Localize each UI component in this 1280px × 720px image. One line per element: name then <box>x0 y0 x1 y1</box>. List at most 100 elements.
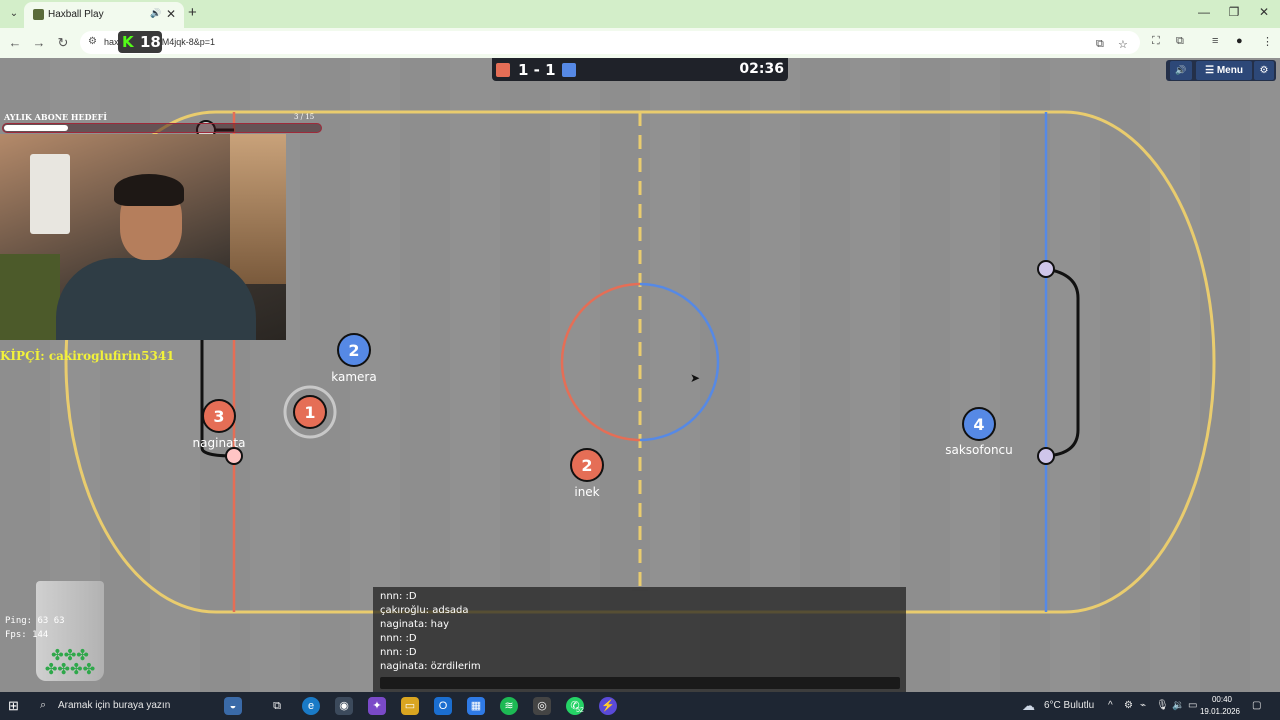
tab-title: Haxball Play <box>48 9 104 20</box>
notification-icon[interactable]: ▢ <box>1252 700 1261 711</box>
player-name-kamera: kamera <box>331 370 377 384</box>
player-disc-naginata: 3 <box>202 399 236 433</box>
chat-message: çakıroğlu: adsada <box>380 605 469 616</box>
sponsor-text: KİPÇİ: cakiroglufirin5341 <box>0 349 175 363</box>
microphone-icon[interactable]: 🎙 <box>1156 700 1169 711</box>
edge-icon[interactable]: e <box>302 697 320 715</box>
windows-start-icon[interactable]: ⊞ <box>8 698 19 714</box>
copilot-icon[interactable]: ✦ <box>368 697 386 715</box>
webcam-plant <box>0 254 60 340</box>
player-disc-inek: 2 <box>570 448 604 482</box>
bookmark-star-icon[interactable]: ☆ <box>1118 38 1128 51</box>
back-icon[interactable]: ← <box>6 35 24 50</box>
game-menu-bar: 🔊 ☰ Menu ⚙ <box>1166 60 1276 81</box>
weather-cloud-icon: ☁ <box>1022 698 1035 713</box>
player-number: 1 <box>304 403 315 422</box>
taskbar-search-icon[interactable]: ⌕ <box>40 699 46 712</box>
store-icon[interactable]: ▦ <box>467 697 485 715</box>
streamer-body <box>56 258 256 340</box>
outlook-icon[interactable]: O <box>434 697 452 715</box>
reload-icon[interactable]: ↻ <box>54 35 72 51</box>
chat-message: naginata: özrdilerim <box>380 661 481 672</box>
forward-icon[interactable]: → <box>30 35 48 50</box>
network-icon[interactable]: ⌁ <box>1140 700 1146 711</box>
player-name-naginata: naginata <box>192 436 246 450</box>
spotify-icon[interactable]: ≋ <box>500 697 518 715</box>
clock-date[interactable]: 19.01.2026 <box>1198 707 1242 716</box>
tab-search-icon[interactable]: ⌄ <box>4 4 24 24</box>
player-name-saksofoncu: saksofoncu <box>945 443 1013 457</box>
windows-taskbar: ⊞ ⌕ Aramak için buraya yazın ◒ ⧉ e ◉ ✦ ▭… <box>0 692 1280 720</box>
kick-viewer-badge: K 18 <box>118 31 162 53</box>
clover-icon: ✤✤✤ ✤✤✤✤ <box>44 647 96 678</box>
puzzle-icon[interactable]: ⧉ <box>1176 35 1184 48</box>
close-window-icon[interactable]: ✕ <box>1250 5 1278 19</box>
kick-viewer-count: 18 <box>140 33 161 51</box>
site-info-icon[interactable]: ⚙ <box>88 36 97 47</box>
task-view-icon[interactable]: ⧉ <box>268 697 286 715</box>
mouse-cursor-icon: ➤ <box>690 371 701 385</box>
profile-avatar-icon[interactable]: ● <box>1236 35 1243 47</box>
new-tab-icon[interactable]: + <box>188 4 197 22</box>
blue-goal-post-bottom <box>1037 447 1055 465</box>
address-bar[interactable]: ⚙ hax ay?c=ifpGM4jqk-8&p=1 ⧉ ☆ <box>80 31 1140 54</box>
red-goal-post-bottom <box>225 447 243 465</box>
speaker-icon[interactable]: 🔉 <box>1172 700 1184 711</box>
tab-close-icon[interactable]: ✕ <box>166 7 176 21</box>
chat-message: naginata: hay <box>380 619 450 630</box>
chat-input[interactable] <box>380 677 900 689</box>
subscriber-goal-title: AYLIK ABONE HEDEFİ <box>4 112 108 122</box>
whatsapp-badge: 52 <box>576 707 584 714</box>
settings-gear-icon[interactable]: ⚙ <box>1254 61 1274 80</box>
display-icon[interactable]: ▭ <box>1188 700 1197 711</box>
translate-icon[interactable]: ⧉ <box>1096 38 1104 51</box>
player-name-inek: inek <box>574 485 600 499</box>
subscriber-goal-count: 3 / 15 <box>294 113 315 121</box>
match-timer: 02:36 <box>739 61 784 77</box>
file-explorer-icon[interactable]: ▭ <box>401 697 419 715</box>
subscriber-goal-fill <box>4 125 68 131</box>
obs-icon[interactable]: ◎ <box>533 697 551 715</box>
player-disc-kamera: 2 <box>337 333 371 367</box>
kick-logo-icon: K <box>122 33 134 51</box>
fps-readout: Fps: 144 <box>5 630 49 640</box>
webcam-background-object <box>30 154 70 234</box>
chat-message: nnn: :D <box>380 633 417 644</box>
blue-goal-post-top <box>1037 260 1055 278</box>
player-number: 4 <box>973 415 984 434</box>
subscriber-goal-bar <box>2 123 322 133</box>
tray-app-icon[interactable]: ⚙ <box>1124 700 1133 711</box>
menu-button[interactable]: ☰ Menu <box>1196 61 1252 80</box>
game-area[interactable]: 2 3 1 2 4 kamera naginata inek saksofonc… <box>0 58 1280 692</box>
red-team-square <box>496 63 510 77</box>
messenger-icon[interactable]: ⚡ <box>599 697 617 715</box>
restore-icon[interactable]: ❐ <box>1220 5 1248 19</box>
webcam-curtain <box>230 134 286 284</box>
haxball-favicon-icon <box>33 9 44 20</box>
streamer-hair <box>114 174 184 206</box>
tray-chevron-icon[interactable]: ^ <box>1108 700 1113 711</box>
player-number: 2 <box>581 456 592 475</box>
extension-icon[interactable]: ⛶ <box>1152 35 1160 48</box>
kebab-menu-icon[interactable]: ⋮ <box>1262 35 1273 48</box>
clock-time[interactable]: 00:40 <box>1204 695 1240 704</box>
browser-tab-bar: ⌄ Haxball Play 🔊 ✕ + — ❐ ✕ <box>0 0 1280 28</box>
tab-haxball[interactable]: Haxball Play 🔊 ✕ <box>24 2 184 28</box>
chrome-icon[interactable]: ◉ <box>335 697 353 715</box>
webcam-overlay <box>0 134 286 340</box>
browser-toolbar: ← → ↻ ⚙ hax ay?c=ifpGM4jqk-8&p=1 ⧉ ☆ ⛶ ⧉… <box>0 28 1280 58</box>
ping-readout: Ping: 63 63 <box>5 616 65 626</box>
blue-team-square <box>562 63 576 77</box>
taskbar-search-box[interactable]: Aramak için buraya yazın <box>58 700 170 711</box>
chat-panel: nnn: :D çakıroğlu: adsada naginata: hay … <box>373 587 906 692</box>
tab-audio-icon[interactable]: 🔊 <box>150 8 161 19</box>
chat-message: nnn: :D <box>380 647 417 658</box>
player-number: 3 <box>213 407 224 426</box>
scoreboard: 1 - 1 02:36 <box>492 58 788 81</box>
minimize-icon[interactable]: — <box>1190 5 1218 19</box>
volume-icon[interactable]: 🔊 <box>1170 61 1192 80</box>
player-disc-self: 1 <box>293 395 327 429</box>
weather-text[interactable]: 6°C Bulutlu <box>1044 700 1094 711</box>
media-icon[interactable]: ≡ <box>1212 35 1218 47</box>
search-highlight-icon[interactable]: ◒ <box>224 697 242 715</box>
